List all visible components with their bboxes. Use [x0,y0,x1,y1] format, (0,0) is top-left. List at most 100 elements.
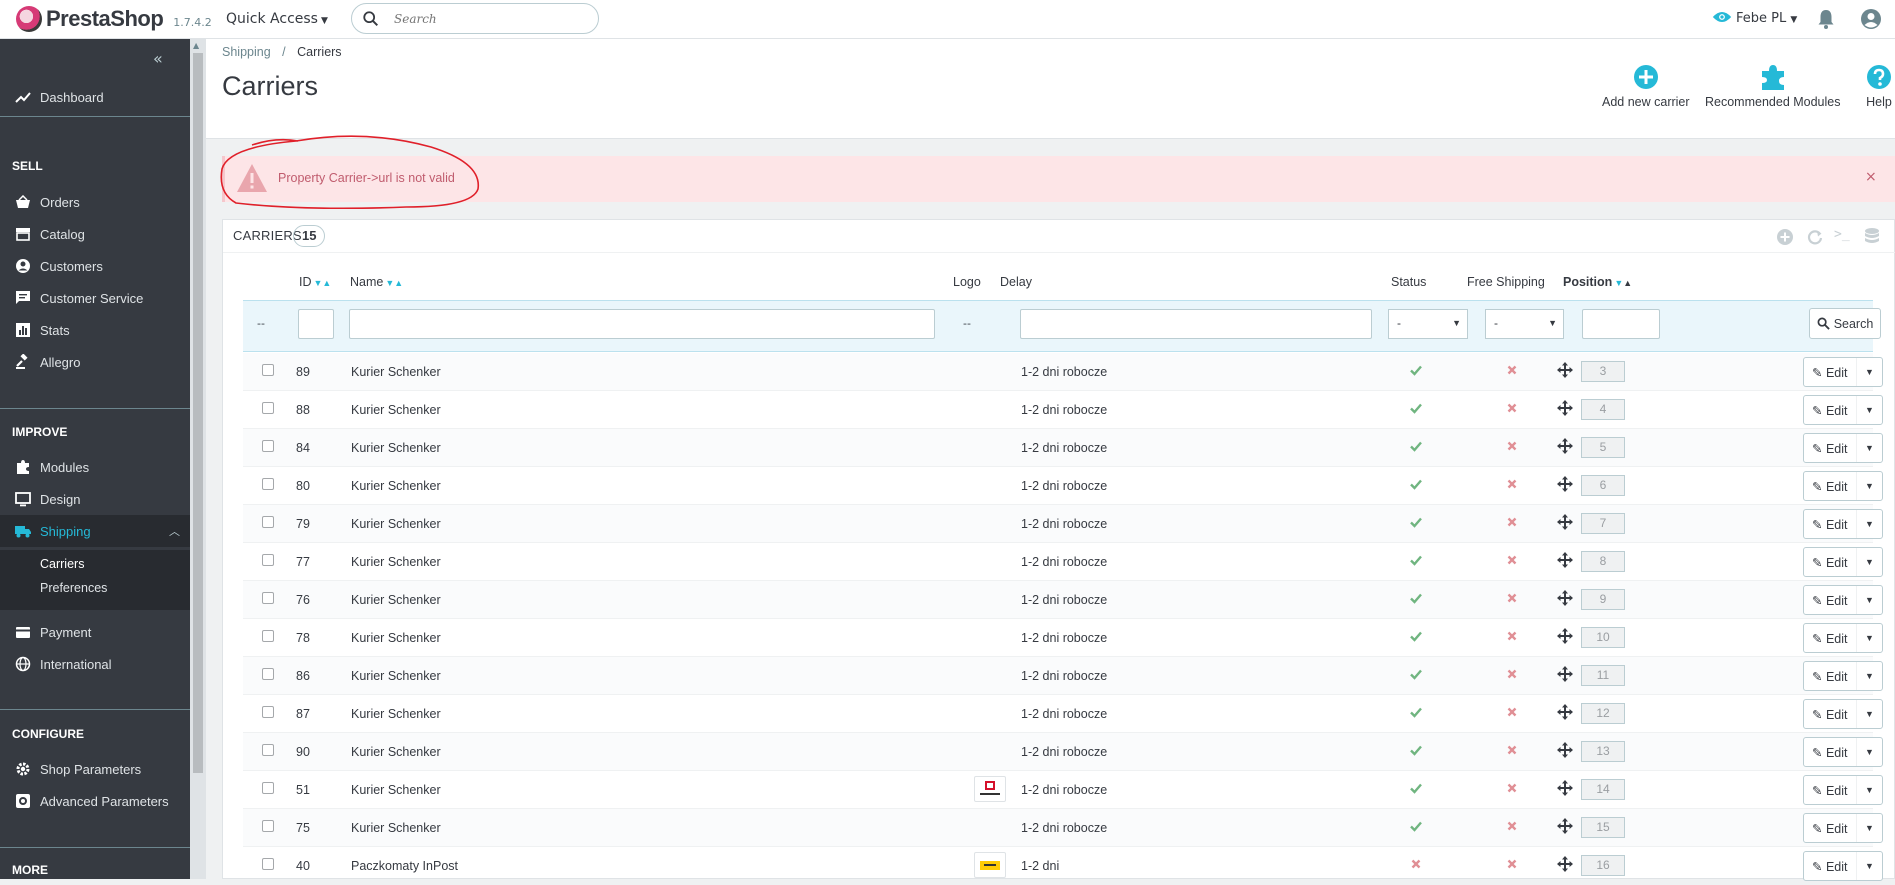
row-checkbox[interactable] [262,744,274,756]
close-icon[interactable]: × [1865,169,1877,185]
edit-button[interactable]: ✎ Edit [1812,479,1848,494]
search-icon[interactable] [362,10,380,28]
sidebar-scrollbar[interactable]: ▲ [190,39,206,879]
cross-icon[interactable] [1505,439,1519,453]
row-actions-dropdown[interactable]: ▼ [1856,700,1882,728]
drag-move-icon[interactable] [1557,476,1573,492]
row-actions-dropdown[interactable]: ▼ [1856,814,1882,842]
row-checkbox[interactable] [262,516,274,528]
notifications-bell-icon[interactable] [1817,9,1835,29]
filter-position-input[interactable] [1582,309,1660,339]
check-icon[interactable] [1409,439,1423,453]
prestashop-logo[interactable]: PrestaShop 1.7.4.2 [16,6,212,32]
check-icon[interactable] [1409,743,1423,757]
sidebar-item-allegro[interactable]: Allegro [0,346,190,378]
row-actions-dropdown[interactable]: ▼ [1856,662,1882,690]
sidebar-item-shop-parameters[interactable]: Shop Parameters [0,753,190,785]
filter-id-input[interactable] [298,309,334,339]
row-actions-dropdown[interactable]: ▼ [1856,624,1882,652]
refresh-icon[interactable] [1806,228,1824,246]
edit-button[interactable]: ✎ Edit [1812,555,1848,570]
submenu-item-carriers[interactable]: Carriers [40,557,84,571]
cross-icon[interactable] [1505,743,1519,757]
row-checkbox[interactable] [262,782,274,794]
cross-icon[interactable] [1505,857,1519,871]
cross-icon[interactable] [1505,553,1519,567]
check-icon[interactable] [1409,477,1423,491]
row-actions-dropdown[interactable]: ▼ [1856,434,1882,462]
column-header-id[interactable]: ID ▼▲ [299,275,331,289]
row-actions-dropdown[interactable]: ▼ [1856,586,1882,614]
employee-avatar-icon[interactable] [1860,8,1882,30]
filter-search-button[interactable]: Search [1809,308,1881,339]
drag-move-icon[interactable] [1557,666,1573,682]
row-actions-dropdown[interactable]: ▼ [1856,738,1882,766]
check-icon[interactable] [1409,553,1423,567]
edit-button[interactable]: ✎ Edit [1812,403,1848,418]
cross-icon[interactable] [1505,819,1519,833]
check-icon[interactable] [1409,667,1423,681]
row-checkbox[interactable] [262,402,274,414]
edit-button[interactable]: ✎ Edit [1812,745,1848,760]
cross-icon[interactable] [1505,629,1519,643]
recommended-modules-button[interactable]: Recommended Modules [1705,63,1841,109]
add-new-carrier-button[interactable]: Add new carrier [1602,63,1690,109]
sidebar-item-modules[interactable]: Modules [0,451,190,483]
drag-move-icon[interactable] [1557,780,1573,796]
filter-free-shipping-select[interactable]: - ▼ [1485,309,1564,339]
check-icon[interactable] [1409,781,1423,795]
row-actions-dropdown[interactable]: ▼ [1856,776,1882,804]
edit-button[interactable]: ✎ Edit [1812,707,1848,722]
sidebar-item-payment[interactable]: Payment [0,616,190,648]
edit-button[interactable]: ✎ Edit [1812,783,1848,798]
column-header-name[interactable]: Name ▼▲ [350,275,403,289]
row-checkbox[interactable] [262,820,274,832]
cross-icon[interactable] [1505,401,1519,415]
shop-selector[interactable]: Febe PL ▼ [1736,11,1797,26]
row-checkbox[interactable] [262,592,274,604]
cross-icon[interactable] [1505,667,1519,681]
drag-move-icon[interactable] [1557,438,1573,454]
collapse-sidebar-icon[interactable]: « [153,49,163,68]
view-shop-eye-icon[interactable] [1712,9,1732,25]
check-icon[interactable] [1409,705,1423,719]
row-actions-dropdown[interactable]: ▼ [1856,510,1882,538]
drag-move-icon[interactable] [1557,704,1573,720]
check-icon[interactable] [1409,819,1423,833]
row-checkbox[interactable] [262,554,274,566]
row-actions-dropdown[interactable]: ▼ [1856,472,1882,500]
check-icon[interactable] [1409,401,1423,415]
filter-delay-input[interactable] [1020,309,1372,339]
sidebar-item-design[interactable]: Design [0,483,190,515]
search-input[interactable] [392,9,582,29]
drag-move-icon[interactable] [1557,742,1573,758]
filter-status-select[interactable]: - ▼ [1388,309,1468,339]
row-actions-dropdown[interactable]: ▼ [1856,358,1882,386]
row-checkbox[interactable] [262,706,274,718]
sidebar-item-customers[interactable]: Customers [0,250,190,282]
drag-move-icon[interactable] [1557,590,1573,606]
row-actions-dropdown[interactable]: ▼ [1856,548,1882,576]
check-icon[interactable] [1409,363,1423,377]
drag-move-icon[interactable] [1557,514,1573,530]
sidebar-item-shipping[interactable]: Shipping ︿ [0,515,190,547]
drag-move-icon[interactable] [1557,362,1573,378]
filter-name-input[interactable] [349,309,935,339]
row-actions-dropdown[interactable]: ▼ [1856,396,1882,424]
edit-button[interactable]: ✎ Edit [1812,365,1848,380]
cross-icon[interactable] [1505,363,1519,377]
row-checkbox[interactable] [262,668,274,680]
help-button[interactable]: Help [1865,63,1893,109]
submenu-item-preferences[interactable]: Preferences [40,581,107,595]
check-icon[interactable] [1409,591,1423,605]
add-circle-icon[interactable] [1776,228,1794,246]
sort-icon[interactable]: ▼▲ [385,278,403,288]
row-actions-dropdown[interactable]: ▼ [1856,852,1882,880]
row-checkbox[interactable] [262,858,274,870]
sidebar-item-catalog[interactable]: Catalog [0,218,190,250]
row-checkbox[interactable] [262,630,274,642]
edit-button[interactable]: ✎ Edit [1812,669,1848,684]
edit-button[interactable]: ✎ Edit [1812,441,1848,456]
check-icon[interactable] [1409,629,1423,643]
column-header-position[interactable]: Position ▼▲ [1563,275,1632,289]
